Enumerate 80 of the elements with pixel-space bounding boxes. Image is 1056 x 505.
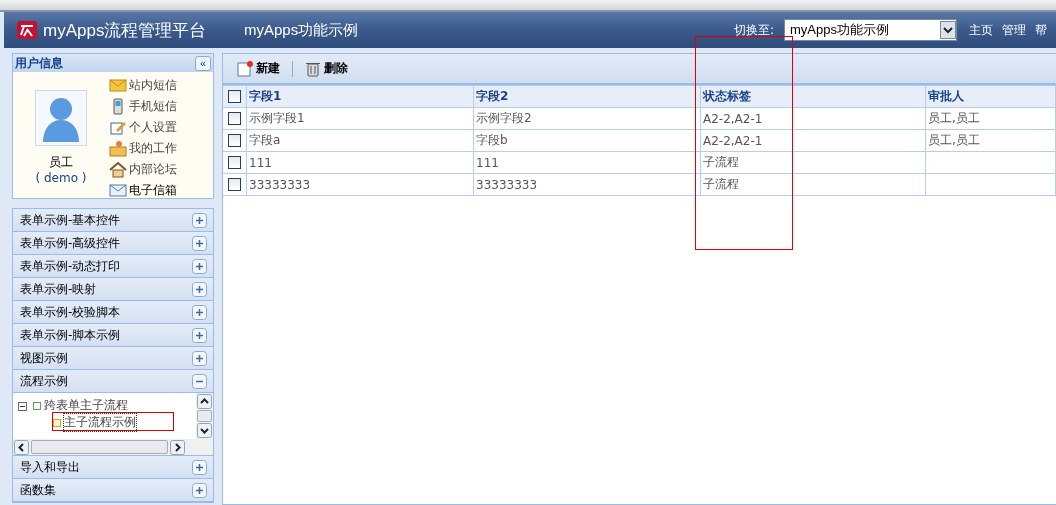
folder-person-icon	[109, 139, 127, 157]
column-header[interactable]: 审批人	[925, 85, 1056, 108]
table-cell: 33333333	[476, 177, 538, 192]
user-menu-link[interactable]: 内部论坛	[109, 160, 177, 178]
table-cell: A2-2,A2-1	[703, 111, 763, 126]
house-icon	[109, 160, 127, 178]
collapse-icon	[192, 373, 207, 389]
tree-item[interactable]: 主子流程示例	[64, 414, 136, 431]
accordion-header[interactable]: 表单示例-动态打印	[13, 255, 213, 278]
user-name: 员工	[49, 154, 73, 171]
scroll-down-icon	[197, 423, 212, 438]
table-cell: 员工,员工	[928, 133, 980, 147]
logo-icon	[16, 20, 38, 40]
expand-icon	[192, 304, 207, 320]
row-checkbox[interactable]	[228, 112, 241, 125]
user-menu-link[interactable]: 电子信箱	[109, 181, 177, 199]
header-link[interactable]: 主页	[969, 21, 993, 39]
user-account: ( demo )	[35, 171, 87, 185]
accordion-header[interactable]: 表单示例-基本控件	[13, 209, 213, 232]
collapse-button[interactable]: «	[195, 55, 211, 71]
accordion-header[interactable]: 视图示例	[13, 347, 213, 370]
tree-node-icon	[18, 399, 42, 412]
table-cell: 字段b	[476, 133, 508, 147]
column-header[interactable]: 字段2	[473, 85, 701, 108]
accordion-header[interactable]: 函数集	[13, 479, 213, 502]
expand-icon	[192, 281, 207, 297]
select-all-checkbox[interactable]	[228, 90, 241, 103]
table-cell: 字段a	[249, 133, 281, 147]
accordion-header[interactable]: 导入和导出	[13, 456, 213, 479]
new-document-icon	[237, 60, 253, 77]
expand-icon	[192, 235, 207, 251]
table-cell: A2-2,A2-1	[703, 133, 763, 148]
table-cell: 33333333	[249, 177, 311, 192]
user-menu-link[interactable]: 手机短信	[109, 97, 177, 115]
user-menu-link[interactable]: 站内短信	[109, 76, 177, 94]
accordion-header[interactable]: 表单示例-脚本示例	[13, 324, 213, 347]
tree-leaf-icon	[52, 417, 62, 428]
app-title: myApps功能示例	[244, 20, 359, 40]
user-menu-link[interactable]: 我的工作	[109, 139, 177, 157]
switch-label: 切换至:	[733, 21, 774, 39]
expand-icon	[192, 327, 207, 343]
vertical-scrollbar[interactable]	[196, 393, 213, 439]
row-checkbox[interactable]	[228, 178, 241, 191]
row-checkbox[interactable]	[228, 156, 241, 169]
toolbar-button[interactable]: 删除	[301, 60, 352, 77]
user-avatar-icon	[41, 95, 81, 143]
expand-icon	[192, 350, 207, 366]
table-cell: 子流程	[703, 155, 739, 169]
accordion-header[interactable]: 表单示例-校验脚本	[13, 301, 213, 324]
horizontal-scrollbar[interactable]	[13, 439, 213, 455]
panel-title: 用户信息	[15, 54, 63, 72]
header-link[interactable]: 帮	[1035, 21, 1047, 39]
scroll-right-icon	[170, 439, 185, 455]
user-menu-link[interactable]: 个人设置	[109, 118, 177, 136]
table-cell: 111	[476, 155, 499, 170]
expand-icon	[192, 482, 207, 498]
scroll-up-icon	[197, 394, 212, 409]
app-select[interactable]: myApps功能示例	[784, 19, 957, 41]
column-header[interactable]: 字段1	[246, 85, 474, 108]
table-cell: 子流程	[703, 177, 739, 191]
trash-icon	[305, 60, 321, 77]
app-logo-text: myApps流程管理平台	[43, 19, 207, 42]
envelope-icon	[109, 181, 127, 199]
row-checkbox[interactable]	[228, 134, 241, 147]
scroll-left-icon	[14, 439, 29, 455]
accordion-header[interactable]: 流程示例	[13, 370, 213, 393]
tree-item[interactable]: 跨表单主子流程	[44, 397, 128, 414]
table-cell: 员工,员工	[928, 111, 980, 125]
mail-icon	[109, 76, 127, 94]
expand-icon	[192, 459, 207, 475]
toolbar-button[interactable]: 新建	[233, 60, 284, 77]
column-header[interactable]: 状态标签	[700, 85, 926, 108]
table-cell: 111	[249, 155, 272, 170]
accordion-header[interactable]: 表单示例-高级控件	[13, 232, 213, 255]
expand-icon	[192, 258, 207, 274]
accordion-header[interactable]: 表单示例-映射	[13, 278, 213, 301]
table-cell: 示例字段1	[249, 111, 305, 125]
header-link[interactable]: 管理	[1002, 21, 1026, 39]
table-cell: 示例字段2	[476, 111, 532, 125]
expand-icon	[192, 212, 207, 228]
